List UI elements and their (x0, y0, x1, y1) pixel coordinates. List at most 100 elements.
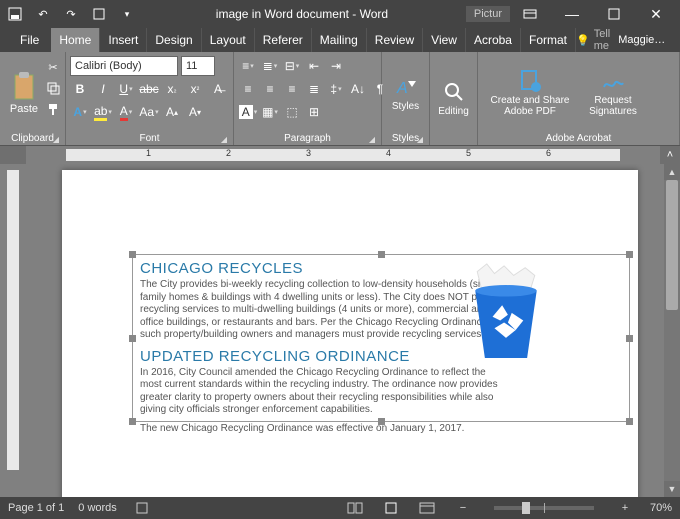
underline-button[interactable]: U (116, 79, 136, 99)
group-label (434, 143, 473, 145)
word-count[interactable]: 0 words (78, 502, 117, 514)
subscript-button[interactable]: x₂ (162, 79, 182, 99)
svg-text:A: A (396, 80, 408, 97)
recycling-bin-image[interactable] (458, 262, 554, 362)
tab-design[interactable]: Design (147, 28, 201, 52)
scroll-down-icon[interactable]: ▼ (664, 481, 680, 497)
decrease-indent-button[interactable]: ⇤ (304, 56, 324, 76)
minimize-button[interactable]: — (552, 0, 592, 28)
clear-formatting-icon[interactable]: A̶ (208, 79, 228, 99)
collapse-ribbon-icon[interactable]: ˄ (660, 146, 680, 164)
font-name-combo[interactable]: Calibri (Body) (70, 56, 178, 76)
paragraph-button[interactable]: ⊞ (304, 102, 324, 122)
font-size-combo[interactable]: 11 (181, 56, 215, 76)
tab-view[interactable]: View (423, 28, 466, 52)
body-text: In 2016, City Council amended the Chicag… (140, 367, 510, 417)
font-color-button[interactable]: A (116, 102, 136, 122)
web-layout-icon[interactable] (416, 499, 438, 517)
picture-tools-context-tab[interactable]: Pictur (466, 6, 510, 22)
group-editing: Editing (430, 52, 478, 145)
share-button[interactable]: 👤Share (673, 32, 680, 49)
align-left-button[interactable]: ≡ (238, 79, 258, 99)
group-label: Paragraph (284, 133, 331, 144)
grow-font-button[interactable]: A▴ (162, 102, 182, 122)
tab-format[interactable]: Format (521, 28, 576, 52)
page-indicator[interactable]: Page 1 of 1 (8, 502, 64, 514)
page[interactable]: CHICAGO RECYCLES The City provides bi-we… (62, 170, 638, 497)
group-label: Adobe Acrobat (546, 133, 612, 144)
undo-icon[interactable]: ↶ (32, 3, 54, 25)
tab-layout[interactable]: Layout (202, 28, 255, 52)
copy-icon[interactable] (44, 79, 62, 97)
zoom-in-button[interactable]: + (614, 499, 636, 517)
heading: CHICAGO RECYCLES (140, 260, 510, 277)
multilevel-list-button[interactable]: ⊟ (282, 56, 302, 76)
bold-button[interactable]: B (70, 79, 90, 99)
proofing-icon[interactable] (131, 499, 153, 517)
dialog-launcher-icon[interactable]: ◢ (369, 135, 375, 144)
italic-button[interactable]: I (93, 79, 113, 99)
qat-customize-icon[interactable]: ▾ (116, 3, 138, 25)
dialog-launcher-icon[interactable]: ◢ (53, 135, 59, 144)
format-painter-icon[interactable] (44, 100, 62, 118)
numbering-button[interactable]: ≣ (260, 56, 280, 76)
title-bar: ↶ ↷ ▾ image in Word document - Word Pict… (0, 0, 680, 28)
change-case-button[interactable]: Aa (139, 102, 159, 122)
qat-button[interactable] (88, 3, 110, 25)
vertical-scrollbar[interactable]: ▲ ▼ (664, 164, 680, 497)
cut-icon[interactable]: ✂ (44, 58, 62, 76)
user-name[interactable]: Maggie… (618, 34, 665, 46)
tab-review[interactable]: Review (367, 28, 423, 52)
tab-references[interactable]: Referer (255, 28, 312, 52)
shading-button[interactable]: A (238, 102, 258, 122)
group-font: Calibri (Body) 11 B I U abc x₂ x² A̶ A a… (66, 52, 234, 145)
print-layout-icon[interactable] (380, 499, 402, 517)
redo-icon[interactable]: ↷ (60, 3, 82, 25)
request-signatures-button[interactable]: Request Signatures (578, 54, 648, 132)
tab-mailings[interactable]: Mailing (312, 28, 367, 52)
tab-file[interactable]: File (12, 28, 51, 52)
dialog-launcher-icon[interactable]: ◢ (417, 135, 423, 144)
save-icon[interactable] (4, 3, 26, 25)
superscript-button[interactable]: x² (185, 79, 205, 99)
sort-button[interactable]: A↓ (348, 79, 368, 99)
scroll-thumb[interactable] (666, 180, 678, 310)
shrink-font-button[interactable]: A▾ (185, 102, 205, 122)
ruler-vertical[interactable] (0, 164, 26, 497)
tab-acrobat[interactable]: Acroba (466, 28, 521, 52)
ribbon: Paste ✂ Clipboard◢ Calibri (Body) 11 B I… (0, 52, 680, 146)
group-clipboard: Paste ✂ Clipboard◢ (0, 52, 66, 145)
styles-button[interactable]: A Styles (386, 54, 425, 132)
line-spacing-button[interactable]: ‡ (326, 79, 346, 99)
zoom-out-button[interactable]: − (452, 499, 474, 517)
bullets-button[interactable]: ≡ (238, 56, 258, 76)
ruler-horizontal[interactable]: 1 2 3 4 5 6 ˄ (0, 146, 680, 164)
paragraph-button[interactable]: ⬚ (282, 102, 302, 122)
document-area: CHICAGO RECYCLES The City provides bi-we… (0, 164, 680, 497)
ribbon-display-options-icon[interactable] (510, 0, 550, 28)
tell-me-search[interactable]: 💡Tell me (576, 28, 610, 52)
scroll-up-icon[interactable]: ▲ (664, 164, 680, 180)
tab-home[interactable]: Home (51, 28, 100, 52)
dialog-launcher-icon[interactable]: ◢ (221, 135, 227, 144)
highlight-button[interactable]: ab (93, 102, 113, 122)
increase-indent-button[interactable]: ⇥ (326, 56, 346, 76)
align-right-button[interactable]: ≡ (282, 79, 302, 99)
body-text: The City provides bi-weekly recycling co… (140, 279, 510, 342)
group-label: Font (139, 133, 159, 144)
borders-button[interactable]: ▦ (260, 102, 280, 122)
create-share-pdf-button[interactable]: Create and Share Adobe PDF (482, 54, 578, 132)
editing-button[interactable]: Editing (434, 54, 473, 143)
tab-insert[interactable]: Insert (100, 28, 147, 52)
justify-button[interactable]: ≣ (304, 79, 324, 99)
maximize-button[interactable] (594, 0, 634, 28)
strikethrough-button[interactable]: abc (139, 79, 159, 99)
zoom-slider[interactable] (494, 506, 594, 510)
close-button[interactable]: ✕ (636, 0, 676, 28)
text-effects-button[interactable]: A (70, 102, 90, 122)
group-acrobat: Create and Share Adobe PDF Request Signa… (478, 52, 680, 145)
zoom-level[interactable]: 70% (650, 502, 672, 514)
align-center-button[interactable]: ≡ (260, 79, 280, 99)
read-mode-icon[interactable] (344, 499, 366, 517)
paste-button[interactable]: Paste (6, 65, 42, 121)
